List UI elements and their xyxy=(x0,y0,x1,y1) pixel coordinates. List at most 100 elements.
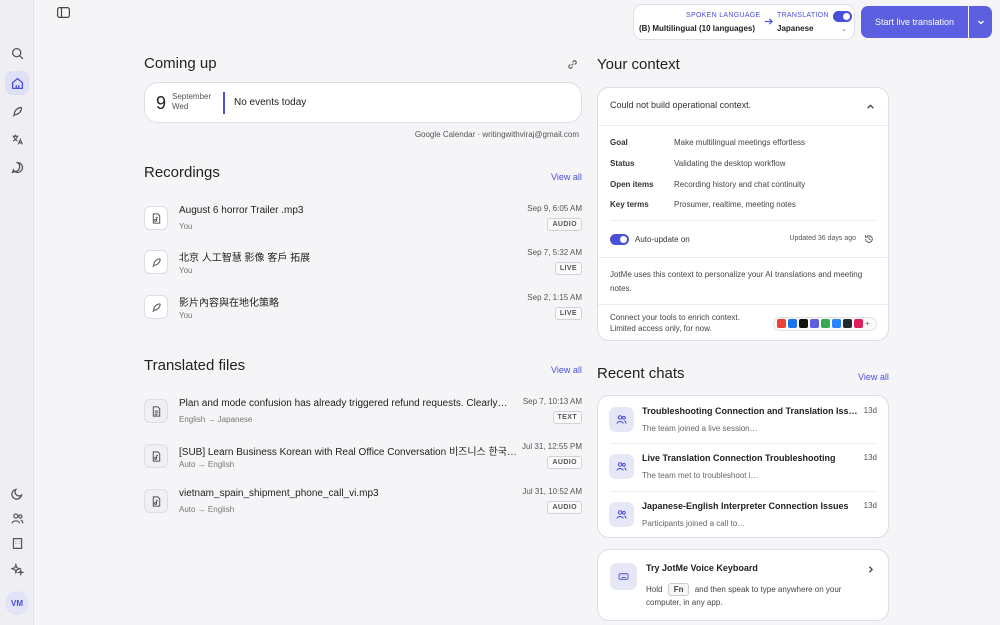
history-icon[interactable] xyxy=(864,234,874,244)
row-subtitle: Auto → English xyxy=(179,505,235,514)
list-item[interactable]: [SUB] Learn Business Korean with Real Of… xyxy=(144,440,582,482)
search-icon xyxy=(11,47,23,59)
integrations-button[interactable] xyxy=(5,557,29,581)
updated-text: Updated 36 days ago xyxy=(789,235,856,242)
chat-title: Japanese-English Interpreter Connection … xyxy=(642,501,849,511)
translated-view-all-link[interactable]: View all xyxy=(551,365,582,375)
language-selector[interactable]: SPOKEN LANGUAGE (B) Multilingual (10 lan… xyxy=(633,4,855,40)
voice-keyboard-card[interactable]: Try JotMe Voice Keyboard Hold Fn and the… xyxy=(597,549,889,621)
row-title: 影片內容與在地化策略 xyxy=(179,298,279,309)
sidebar: VM xyxy=(0,0,34,625)
recent-chats-view-all-link[interactable]: View all xyxy=(858,372,889,382)
auto-update-label: Auto-update on xyxy=(635,235,690,244)
row-subtitle: Auto → English xyxy=(179,460,235,469)
audio-file-icon xyxy=(144,444,168,468)
row-date: Jul 31, 10:52 AM xyxy=(522,487,582,496)
organization-button[interactable] xyxy=(5,531,29,555)
team-button[interactable] xyxy=(5,506,29,530)
row-date: Sep 7, 10:13 AM xyxy=(522,397,582,406)
chat-item[interactable]: Live Translation Connection Troubleshoot… xyxy=(598,444,888,491)
context-key: Goal xyxy=(610,138,628,147)
row-date: Sep 9, 6:05 AM xyxy=(527,204,582,213)
chat-nav-button[interactable] xyxy=(5,155,29,179)
type-badge: AUDIO xyxy=(547,456,582,469)
type-badge: AUDIO xyxy=(547,501,582,514)
recordings-heading: Recordings xyxy=(144,164,220,181)
type-badge: LIVE xyxy=(554,262,582,275)
list-item[interactable]: August 6 horror Trailer .mp3 You Sep 9, … xyxy=(144,202,582,244)
chat-icon xyxy=(11,161,23,173)
users-icon xyxy=(11,512,23,524)
outlook-icon xyxy=(788,319,797,329)
feather-icon xyxy=(144,295,168,319)
context-description: JotMe uses this context to personalize y… xyxy=(610,270,863,293)
list-item[interactable]: 影片內容與在地化策略 You Sep 2, 1:15 AM LIVE xyxy=(144,291,582,333)
spoken-language-value[interactable]: (B) Multilingual (10 languages) xyxy=(639,24,755,33)
row-subtitle: English → Japanese xyxy=(179,415,253,424)
context-status-message: Could not build operational context. xyxy=(610,100,752,110)
context-card: Could not build operational context. Goa… xyxy=(597,87,889,341)
divider xyxy=(598,125,888,126)
row-subtitle: You xyxy=(179,311,193,320)
coming-up-heading: Coming up xyxy=(144,55,217,72)
chat-item[interactable]: Japanese-English Interpreter Connection … xyxy=(598,492,888,539)
search-button[interactable] xyxy=(5,41,29,65)
calendar-source: Google Calendar · writingwithviraj@gmail… xyxy=(414,130,579,139)
home-icon xyxy=(11,77,23,89)
calendar-divider xyxy=(223,92,225,114)
divider xyxy=(598,257,888,258)
feather-icon xyxy=(12,106,22,117)
github-icon xyxy=(843,319,852,329)
context-value: Make multilingual meetings effortless xyxy=(674,138,806,147)
row-title: August 6 horror Trailer .mp3 xyxy=(179,205,304,216)
context-key: Key terms xyxy=(610,200,649,209)
chevron-up-icon[interactable] xyxy=(866,102,875,111)
calendar-card[interactable]: 9 September Wed No events today xyxy=(144,82,582,123)
spoken-language-label: SPOKEN LANGUAGE xyxy=(686,12,761,19)
hold-text: Hold xyxy=(646,585,663,594)
translation-toggle[interactable] xyxy=(833,11,852,22)
recordings-nav-button[interactable] xyxy=(5,99,29,123)
avatar[interactable]: VM xyxy=(5,591,29,615)
feather-icon xyxy=(144,250,168,274)
chat-subtitle: Participants joined a call to… xyxy=(642,519,746,528)
recent-chats-card: Troubleshooting Connection and Translati… xyxy=(597,395,889,538)
arrow-right-icon xyxy=(764,18,773,25)
notion-icon xyxy=(799,319,808,329)
list-item[interactable]: 北京 人工智慧 影像 客戶 拓展 You Sep 7, 5:32 AM LIVE xyxy=(144,246,582,288)
translation-language-value[interactable]: Japanese xyxy=(777,24,813,33)
translation-label: TRANSLATION xyxy=(777,12,829,19)
building-icon xyxy=(12,537,22,549)
chat-subtitle: The team joined a live session… xyxy=(642,424,758,433)
context-key: Open items xyxy=(610,180,654,189)
translate-icon xyxy=(12,134,23,145)
instruction-text: and then speak to type anywhere on your xyxy=(694,585,842,594)
voice-keyboard-title: Try JotMe Voice Keyboard xyxy=(646,563,758,573)
sidebar-toggle-icon[interactable] xyxy=(57,7,70,18)
row-title: 北京 人工智慧 影像 客戶 拓展 xyxy=(179,253,311,264)
chat-subtitle: The team met to troubleshoot i… xyxy=(642,471,759,480)
theme-toggle-button[interactable] xyxy=(5,481,29,505)
start-live-translation-button[interactable]: Start live translation xyxy=(861,6,968,38)
list-item[interactable]: Plan and mode confusion has already trig… xyxy=(144,395,582,437)
link-icon[interactable] xyxy=(567,59,578,70)
text-file-icon xyxy=(144,399,168,423)
connect-tools-button[interactable]: + xyxy=(773,317,877,331)
row-date: Sep 7, 5:32 AM xyxy=(527,248,582,257)
fn-key: Fn xyxy=(667,583,690,596)
chevron-right-icon xyxy=(868,566,874,573)
chat-age: 13d xyxy=(863,453,877,462)
recordings-view-all-link[interactable]: View all xyxy=(551,172,582,182)
translate-nav-button[interactable] xyxy=(5,127,29,151)
context-key: Status xyxy=(610,159,635,168)
moon-icon xyxy=(10,487,23,500)
home-button[interactable] xyxy=(5,71,29,95)
list-item[interactable]: vietnam_spain_shipment_phone_call_vi.mp3… xyxy=(144,485,582,527)
chat-item[interactable]: Troubleshooting Connection and Translati… xyxy=(598,397,888,444)
voice-keyboard-line1: Hold Fn and then speak to type anywhere … xyxy=(646,583,841,596)
event-text: No events today xyxy=(234,97,307,108)
divider xyxy=(598,304,888,305)
start-options-button[interactable] xyxy=(969,6,992,38)
type-badge: AUDIO xyxy=(547,218,582,231)
auto-update-toggle[interactable] xyxy=(610,234,629,245)
